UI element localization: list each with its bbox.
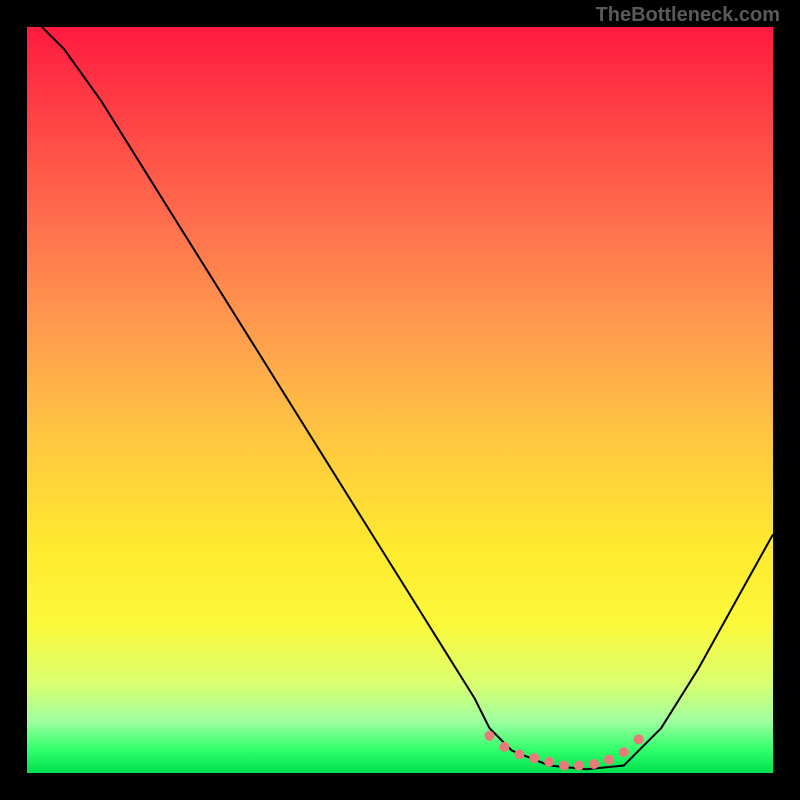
watermark-text: TheBottleneck.com bbox=[596, 4, 780, 27]
chart-svg bbox=[27, 27, 773, 773]
marker-dot bbox=[574, 761, 584, 771]
marker-dot bbox=[589, 759, 599, 769]
marker-dot bbox=[544, 757, 554, 767]
marker-dot bbox=[619, 747, 629, 757]
marker-dot bbox=[634, 734, 644, 744]
marker-dot bbox=[559, 761, 569, 771]
marker-dot bbox=[529, 753, 539, 763]
marker-dot bbox=[604, 755, 614, 765]
plot-area bbox=[27, 27, 773, 773]
marker-dot bbox=[514, 749, 524, 759]
bottleneck-curve bbox=[42, 27, 773, 769]
optimal-range-markers bbox=[485, 731, 644, 771]
marker-dot bbox=[485, 731, 495, 741]
marker-dot bbox=[499, 742, 509, 752]
